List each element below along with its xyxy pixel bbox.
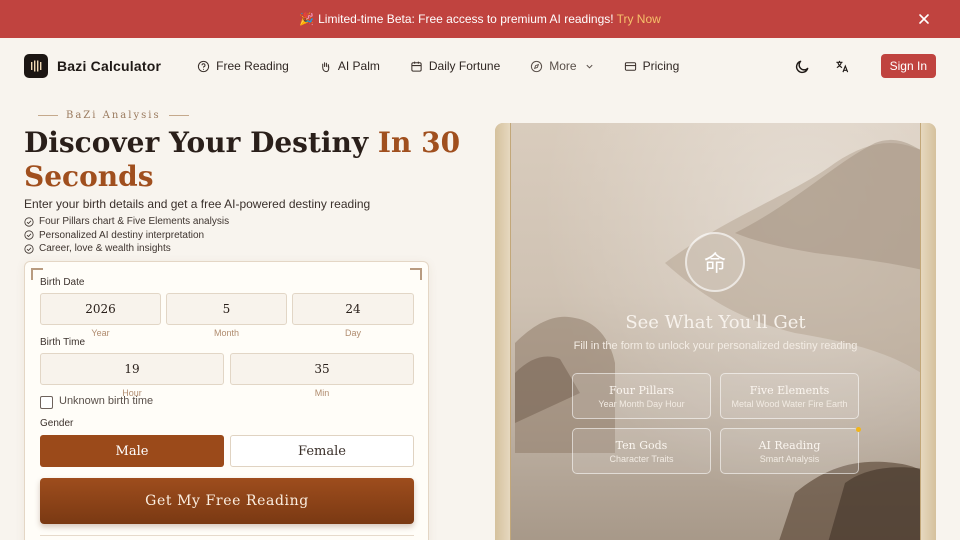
credit-card-icon (624, 61, 636, 71)
tile-subtitle: Metal Wood Water Fire Earth (731, 398, 848, 409)
feature-item: Four Pillars chart & Five Elements analy… (24, 215, 229, 229)
destiny-seal-icon: 命 (685, 232, 745, 292)
tile-title: Ten Gods (615, 438, 668, 452)
month-input[interactable]: 5 (166, 293, 287, 325)
month-hint: Month (213, 328, 239, 338)
kicker-text: BaZi Analysis (66, 110, 161, 121)
gender-female-button[interactable]: Female (230, 435, 414, 467)
birth-time-label: Birth Time (40, 337, 86, 348)
gender-male-button[interactable]: Male (40, 435, 224, 467)
theme-toggle[interactable] (791, 54, 815, 78)
tile-subtitle: Smart Analysis (759, 453, 820, 464)
feature-text: Career, love & wealth insights (39, 243, 171, 255)
nav-more-label: More (549, 59, 577, 73)
birth-form-card: Birth Date 2026 5 24 Year Month Day Birt… (24, 261, 429, 540)
logo[interactable] (24, 54, 48, 78)
nav-daily-fortune[interactable]: Daily Fortune (410, 59, 500, 73)
nav-daily-fortune-label: Daily Fortune (428, 59, 501, 73)
nav-pricing-label: Pricing (642, 59, 680, 73)
hero-subtitle: Enter your birth details and get a free … (24, 197, 371, 211)
translate-icon (836, 60, 849, 72)
sign-in-button[interactable]: Sign In (880, 54, 936, 78)
birth-date-label: Birth Date (40, 277, 85, 288)
check-circle-icon (24, 244, 34, 254)
preview-subtitle: Fill in the form to unlock your personal… (573, 340, 858, 352)
tile-title: Four Pillars (609, 383, 674, 397)
kicker-line-left (38, 115, 58, 116)
tile-subtitle: Year Month Day Hour (598, 398, 685, 409)
gender-label: Gender (40, 418, 74, 429)
tile-title: AI Reading (758, 438, 821, 452)
year-input[interactable]: 2026 (40, 293, 161, 325)
page-title: Discover Your Destiny In 30 Seconds (24, 126, 464, 194)
headline-main: Discover Your Destiny (24, 126, 378, 159)
hour-input[interactable]: 19 (40, 353, 224, 385)
tile-four-pillars: Four Pillars Year Month Day Hour (572, 373, 711, 419)
nav-free-reading-label: Free Reading (216, 59, 289, 73)
feature-list: Four Pillars chart & Five Elements analy… (24, 215, 229, 256)
unknown-time-label[interactable]: Unknown birth time (59, 395, 153, 407)
preview-panel: 命 See What You'll Get Fill in the form t… (495, 123, 936, 540)
divider (40, 535, 414, 536)
day-input[interactable]: 24 (292, 293, 414, 325)
minute-input[interactable]: 35 (230, 353, 414, 385)
nav-ai-palm[interactable]: AI Palm (319, 59, 380, 73)
unknown-time-checkbox[interactable] (40, 396, 53, 409)
feature-item: Personalized AI destiny interpretation (24, 229, 229, 243)
tile-ai-reading: AI Reading Smart Analysis (720, 428, 859, 474)
seal-character: 命 (703, 252, 726, 277)
feature-text: Personalized AI destiny interpretation (39, 229, 205, 241)
nav-pricing[interactable]: Pricing (624, 59, 680, 73)
tile-five-elements: Five Elements Metal Wood Water Fire Eart… (720, 373, 859, 419)
party-icon: 🎉 (299, 12, 315, 26)
nav-more[interactable]: More (530, 59, 593, 73)
language-toggle[interactable] (831, 54, 855, 78)
highlight-dot (856, 427, 861, 432)
get-reading-button[interactable]: Get My Free Reading (40, 478, 414, 524)
tile-ten-gods: Ten Gods Character Traits (572, 428, 711, 474)
promo-banner: 🎉 Limited-time Beta: Free access to prem… (0, 0, 960, 38)
moon-icon (796, 60, 809, 73)
brand-name[interactable]: Bazi Calculator (57, 58, 161, 74)
feature-text: Four Pillars chart & Five Elements analy… (39, 216, 230, 228)
day-hint: Day (344, 328, 361, 338)
hand-icon (322, 61, 330, 72)
check-circle-icon (24, 217, 34, 227)
calendar-icon (411, 61, 422, 72)
check-circle-icon (24, 230, 34, 240)
navbar: Bazi Calculator Free Reading AI Palm Dai… (0, 38, 960, 94)
chevron-down-icon (586, 64, 593, 69)
nav-free-reading[interactable]: Free Reading (197, 59, 289, 73)
section-kicker: BaZi Analysis (30, 110, 197, 121)
close-icon[interactable] (916, 11, 932, 27)
tile-subtitle: Character Traits (609, 453, 674, 464)
nav-ai-palm-label: AI Palm (337, 59, 380, 73)
logo-bars-icon (31, 60, 42, 72)
preview-title: See What You'll Get (625, 312, 806, 333)
help-circle-icon (198, 60, 210, 72)
tile-title: Five Elements (749, 383, 830, 397)
nav-actions: Sign In (791, 54, 936, 78)
minute-hint: Min (314, 388, 330, 398)
compass-icon (531, 60, 543, 72)
feature-item: Career, love & wealth insights (24, 242, 229, 256)
corner-ornament (410, 268, 422, 280)
banner-text: Limited-time Beta: Free access to premiu… (318, 12, 614, 26)
nav-menu: Free Reading AI Palm Daily Fortune More … (197, 59, 709, 73)
try-now-link[interactable]: Try Now (617, 12, 661, 26)
kicker-line-right (168, 115, 189, 116)
